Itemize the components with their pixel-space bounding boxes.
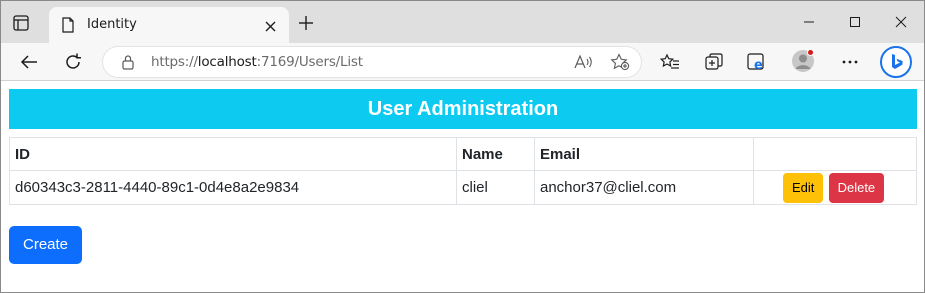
url-path: :7169/Users/List xyxy=(256,54,363,70)
url-host: localhost xyxy=(197,54,257,70)
header-id: ID xyxy=(9,137,457,171)
create-button[interactable]: Create xyxy=(9,226,83,264)
tab-title: Identity xyxy=(87,17,137,32)
url-text: https://localhost:7169/Users/List xyxy=(151,54,363,70)
table-header-row: ID Name Email xyxy=(9,137,917,171)
header-name: Name xyxy=(456,137,535,171)
favorites-icon[interactable] xyxy=(659,51,683,73)
tab-identity[interactable]: Identity xyxy=(49,7,289,43)
cell-email: anchor37@cliel.com xyxy=(534,170,754,205)
close-window-icon[interactable] xyxy=(878,1,924,43)
browser-window: Identity https://localhost:7169/Users/Li… xyxy=(0,0,925,293)
delete-button[interactable]: Delete xyxy=(828,172,885,203)
maximize-icon[interactable] xyxy=(832,1,878,43)
table-row: d60343c3-2811-4440-89c1-0d4e8a2e9834 cli… xyxy=(9,170,917,205)
cell-actions: Edit Delete xyxy=(753,170,917,205)
read-aloud-icon[interactable] xyxy=(574,54,594,75)
svg-text:e: e xyxy=(754,58,763,73)
page-title: User Administration xyxy=(9,89,917,129)
tab-actions-icon[interactable] xyxy=(11,13,31,33)
page-content: User Administration ID Name Email d60343… xyxy=(1,82,924,292)
cell-id: d60343c3-2811-4440-89c1-0d4e8a2e9834 xyxy=(9,170,457,205)
edge-icon[interactable]: e xyxy=(746,51,770,73)
cell-name: cliel xyxy=(456,170,535,205)
users-table: ID Name Email d60343c3-2811-4440-89c1-0d… xyxy=(9,137,917,205)
notification-dot xyxy=(807,49,814,56)
more-icon[interactable] xyxy=(839,51,863,73)
header-actions xyxy=(753,137,917,171)
url-scheme: https:// xyxy=(151,54,198,70)
refresh-icon[interactable] xyxy=(62,51,86,73)
tab-strip: Identity xyxy=(1,1,924,43)
bing-icon[interactable] xyxy=(880,46,912,78)
lock-icon[interactable] xyxy=(121,54,135,75)
collections-icon[interactable] xyxy=(703,51,727,73)
edit-button[interactable]: Edit xyxy=(783,172,824,203)
browser-toolbar: https://localhost:7169/Users/List e xyxy=(1,43,924,81)
address-bar[interactable]: https://localhost:7169/Users/List xyxy=(103,47,641,77)
add-favorite-icon[interactable] xyxy=(610,53,630,76)
page-favicon-icon xyxy=(61,17,75,38)
profile-avatar-icon[interactable] xyxy=(792,49,814,72)
new-tab-icon[interactable] xyxy=(298,15,314,36)
header-email: Email xyxy=(534,137,754,171)
minimize-icon[interactable] xyxy=(786,1,832,43)
back-icon[interactable] xyxy=(18,51,42,73)
close-tab-icon[interactable] xyxy=(265,19,276,37)
